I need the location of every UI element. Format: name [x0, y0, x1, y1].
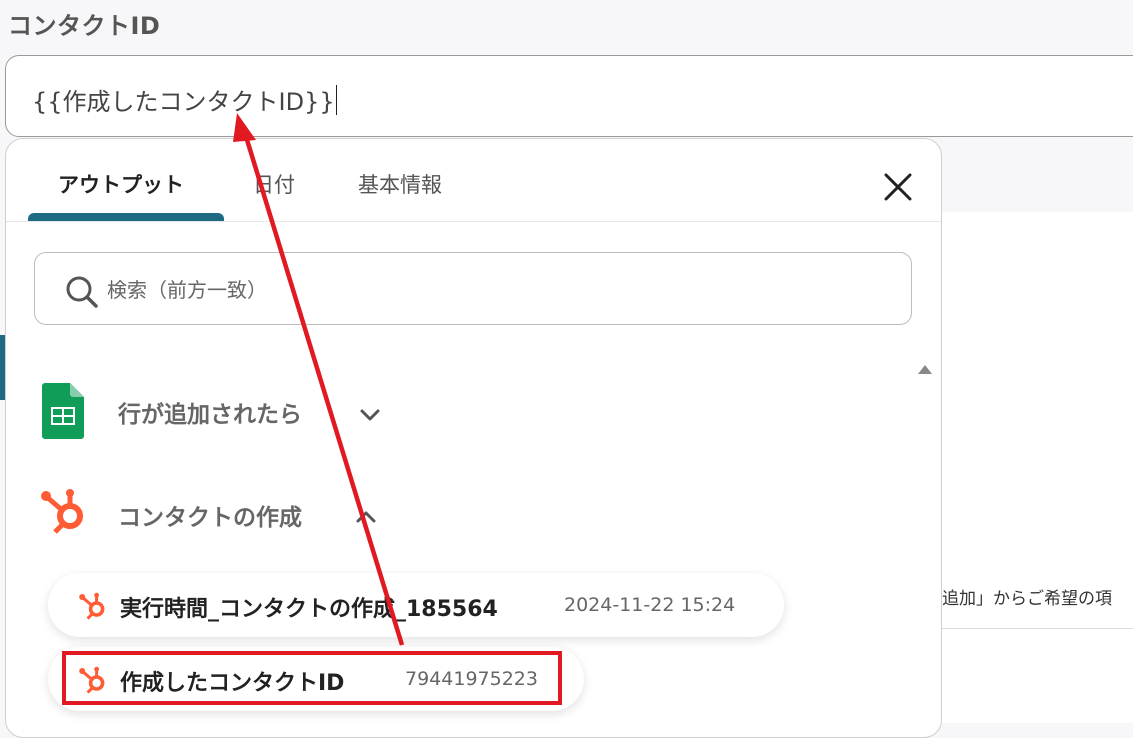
- section-row-added[interactable]: 行が追加されたら: [42, 381, 402, 441]
- field-label: コンタクトID: [8, 12, 161, 40]
- output-item-contact-id[interactable]: 作成したコンタクトID 79441975223: [48, 647, 584, 711]
- hubspot-icon: [79, 666, 105, 694]
- background-divider: [940, 628, 1133, 629]
- hubspot-icon: [41, 489, 83, 534]
- item-value: 79441975223: [405, 668, 538, 690]
- background-help-text: 追加」からご希望の項: [942, 589, 1112, 609]
- chevron-down-icon: [360, 409, 380, 421]
- section-row-contact[interactable]: コンタクトの作成: [41, 484, 402, 544]
- tab-output[interactable]: アウトプット: [58, 169, 184, 199]
- google-sheets-icon: [42, 383, 84, 439]
- item-label: 作成したコンタクトID: [120, 671, 345, 696]
- item-label: 実行時間_コンタクトの作成_185564: [120, 597, 498, 622]
- hubspot-icon: [79, 592, 105, 620]
- active-tab-indicator: [28, 213, 224, 221]
- search-input[interactable]: [105, 269, 889, 311]
- chevron-up-icon: [356, 511, 376, 523]
- tab-basic-info[interactable]: 基本情報: [358, 169, 442, 199]
- tab-date[interactable]: 日付: [253, 169, 295, 199]
- contact-id-value: {{作成したコンタクトID}}: [32, 82, 338, 117]
- contact-id-input[interactable]: {{作成したコンタクトID}}: [5, 55, 1133, 137]
- tab-bar: アウトプット 日付 基本情報: [6, 139, 941, 222]
- section-title: 行が追加されたら: [118, 402, 302, 428]
- output-picker-popup: アウトプット 日付 基本情報 行が追加されたら: [5, 138, 942, 738]
- close-icon[interactable]: [882, 171, 914, 203]
- background-panel: [940, 212, 1133, 723]
- search-box[interactable]: [34, 252, 912, 325]
- text-caret: [335, 85, 338, 115]
- output-item-exec-time[interactable]: 実行時間_コンタクトの作成_185564 2024-11-22 15:24: [48, 573, 784, 637]
- section-title: コンタクトの作成: [118, 505, 302, 531]
- item-value: 2024-11-22 15:24: [564, 594, 736, 616]
- scroll-up-arrow[interactable]: [918, 365, 932, 374]
- search-icon: [66, 276, 98, 308]
